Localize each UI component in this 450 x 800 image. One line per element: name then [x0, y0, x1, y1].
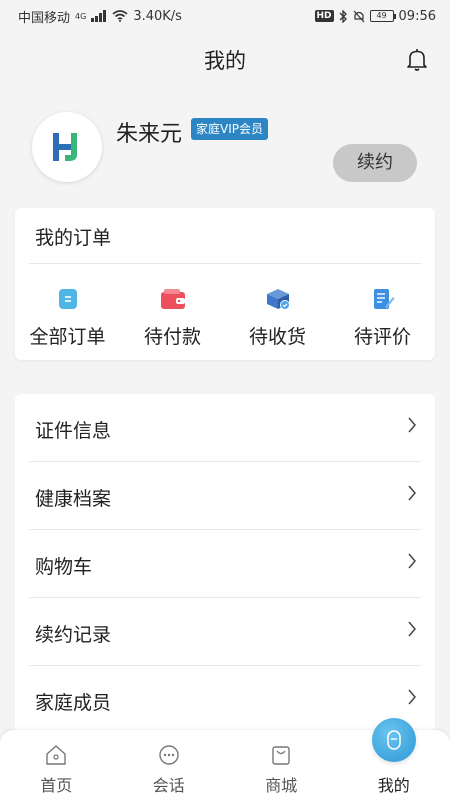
menu-item-family-members[interactable]: 家庭成员	[29, 666, 421, 734]
profile-section: 朱来元 家庭VIP会员 续约	[0, 100, 450, 200]
nav-label: 会话	[152, 776, 185, 795]
mute-bell-icon	[353, 10, 364, 22]
order-pending-receipt[interactable]: 待收货	[225, 286, 330, 349]
bluetooth-icon	[339, 9, 347, 23]
menu-item-documents[interactable]: 证件信息	[29, 394, 421, 462]
menu-item-label: 健康档案	[35, 488, 112, 510]
menu-list: 证件信息 健康档案 购物车 续约记录 家庭成员	[15, 394, 435, 734]
order-pending-review[interactable]: 待评价	[330, 286, 435, 349]
nav-profile[interactable]: 我的	[338, 718, 450, 800]
divider	[29, 263, 421, 264]
all-orders-icon	[55, 286, 81, 312]
wifi-icon	[112, 10, 128, 22]
order-item-label: 待付款	[143, 326, 201, 348]
order-item-label: 待收货	[248, 326, 306, 348]
order-item-label: 待评价	[353, 326, 411, 348]
nav-label: 商城	[265, 776, 298, 795]
nav-label: 我的	[377, 776, 410, 795]
network-type: 4G	[75, 11, 87, 21]
menu-item-label: 证件信息	[35, 420, 112, 442]
review-icon	[370, 286, 396, 312]
orders-title[interactable]: 我的订单	[35, 223, 111, 250]
chevron-right-icon	[408, 417, 416, 433]
bell-icon[interactable]	[406, 48, 428, 72]
profile-icon	[371, 718, 416, 762]
carrier-label: 中国移动	[18, 10, 71, 26]
order-all-orders[interactable]: 全部订单	[15, 286, 120, 349]
package-icon	[265, 286, 291, 312]
signal-icon	[91, 10, 107, 22]
nav-label: 首页	[40, 776, 73, 795]
nav-chat[interactable]: 会话	[113, 730, 226, 800]
order-item-label: 全部订单	[29, 326, 106, 348]
menu-item-label: 续约记录	[35, 624, 112, 646]
orders-card: 我的订单 全部订单 待付款 待收货 待评价	[15, 208, 435, 360]
brand-logo-icon	[53, 133, 77, 161]
vip-badge: 家庭VIP会员	[191, 118, 268, 140]
menu-item-renewal-records[interactable]: 续约记录	[29, 598, 421, 666]
renew-button[interactable]: 续约	[333, 144, 417, 182]
clock: 09:56	[398, 8, 436, 24]
chevron-right-icon	[408, 485, 416, 501]
page-header: 我的	[0, 36, 450, 84]
nav-home[interactable]: 首页	[0, 730, 113, 800]
bottom-nav: 首页 会话 商城 我的	[0, 718, 450, 800]
status-bar: 中国移动 4G 3.40K/s HD 49 09:56	[0, 0, 450, 32]
menu-item-shopping-cart[interactable]: 购物车	[29, 530, 421, 598]
nav-shop[interactable]: 商城	[225, 730, 338, 800]
user-name: 朱来元	[116, 122, 183, 147]
menu-item-health-records[interactable]: 健康档案	[29, 462, 421, 530]
order-status-row: 全部订单 待付款 待收货 待评价	[15, 286, 435, 349]
chevron-right-icon	[408, 689, 416, 705]
avatar[interactable]	[32, 112, 102, 182]
status-bar-left: 中国移动 4G 3.40K/s	[18, 7, 182, 26]
home-icon	[46, 745, 66, 765]
status-bar-right: HD 49 09:56	[314, 8, 436, 24]
chat-icon	[159, 745, 179, 765]
menu-item-label: 家庭成员	[35, 692, 112, 714]
network-speed: 3.40K/s	[133, 8, 182, 24]
hd-badge: HD	[314, 10, 334, 22]
shop-bag-icon	[272, 746, 290, 765]
order-pending-payment[interactable]: 待付款	[120, 286, 225, 349]
page-title: 我的	[204, 49, 246, 73]
battery-icon: 49	[369, 10, 396, 22]
chevron-right-icon	[408, 553, 416, 569]
wallet-icon	[160, 286, 186, 312]
menu-item-label: 购物车	[35, 556, 93, 578]
chevron-right-icon	[408, 621, 416, 637]
